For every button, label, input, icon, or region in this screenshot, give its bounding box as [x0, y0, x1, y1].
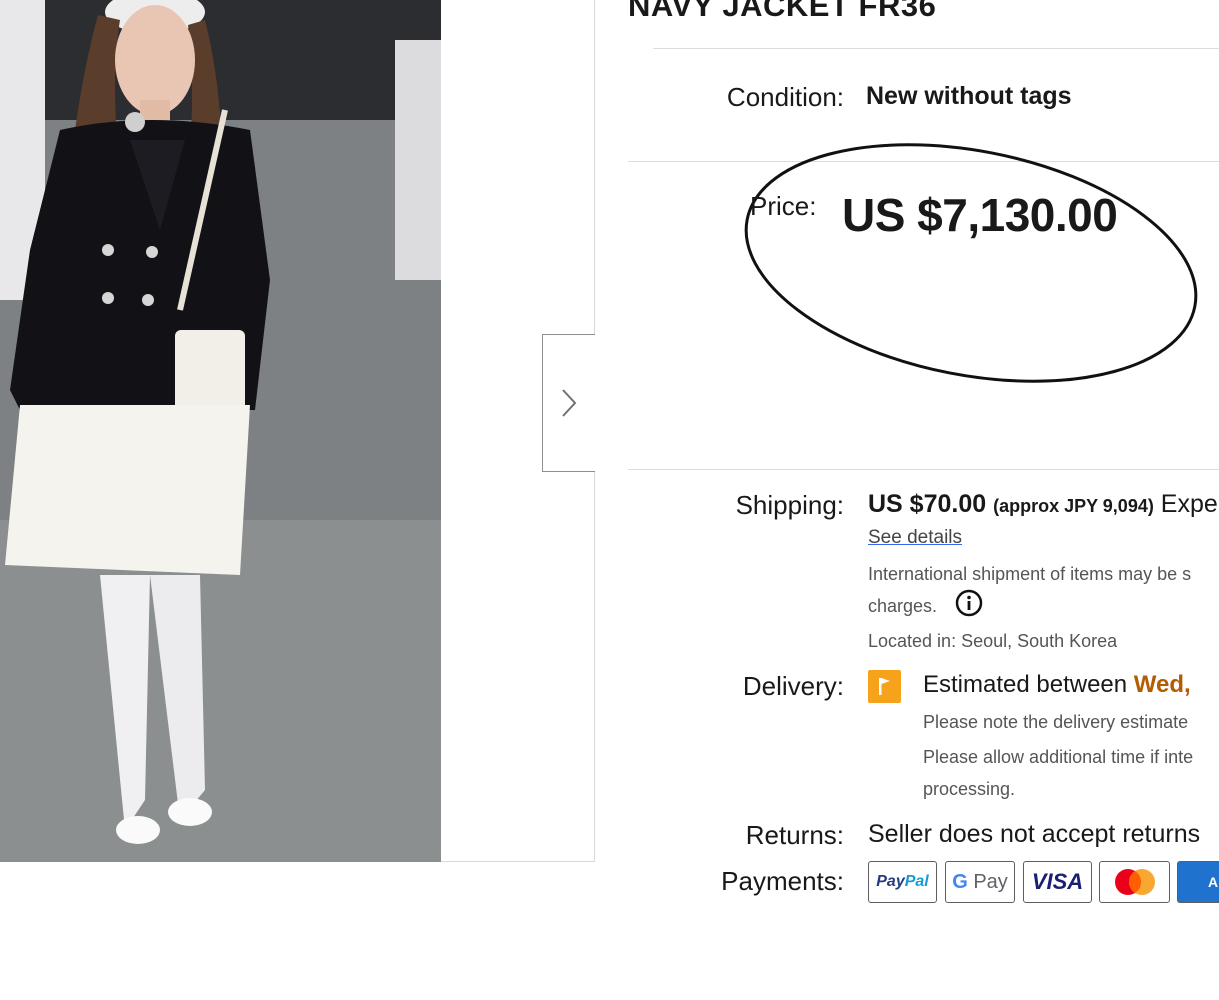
paypal-logo: Pay Pal: [868, 861, 937, 903]
mastercard-logo: [1099, 861, 1170, 903]
shipping-approx: (approx JPY 9,094): [993, 496, 1154, 516]
returns-label: Returns:: [745, 820, 844, 850]
delivery-flag-icon: [868, 670, 901, 703]
delivery-note-3: processing.: [923, 779, 1016, 799]
delivery-note-2: Please allow additional time if inte: [923, 747, 1194, 767]
delivery-prefix: Estimated between: [923, 671, 1134, 698]
product-photo[interactable]: [0, 0, 441, 862]
delivery-date: Wed,: [1133, 671, 1191, 698]
shipping-value: US $70.00 (approx JPY 9,094) Expe: [868, 490, 1218, 519]
see-details-link[interactable]: See details: [868, 527, 962, 549]
image-gallery: [0, 0, 595, 862]
item-location: Located in: Seoul, South Korea: [868, 631, 1118, 651]
shipping-price: US $70.00: [868, 490, 987, 518]
condition-value: New without tags: [866, 82, 1072, 110]
returns-value: Seller does not accept returns: [868, 820, 1201, 848]
info-icon[interactable]: [955, 589, 983, 617]
divider: [628, 469, 1219, 470]
delivery-note-1: Please note the delivery estimate: [923, 712, 1189, 732]
delivery-estimate: Estimated between Wed,: [923, 671, 1191, 699]
price-highlight-circle: [744, 143, 1198, 383]
chevron-right-icon: [562, 389, 577, 417]
next-image-button[interactable]: [542, 334, 595, 472]
shipping-method: Expe: [1160, 490, 1218, 518]
price-value: US $7,130.00: [842, 189, 1118, 241]
visa-logo: VISA: [1023, 861, 1092, 903]
condition-label: Condition:: [726, 82, 844, 112]
shipping-note-line2: charges.: [868, 596, 938, 616]
price-label: Price:: [750, 191, 817, 221]
amex-logo: A: [1177, 861, 1219, 903]
item-title: NAVY JACKET FR36: [628, 0, 937, 23]
divider: [653, 48, 1219, 49]
shipping-label: Shipping:: [735, 490, 844, 520]
google-pay-logo: G Pay: [945, 861, 1015, 903]
payments-label: Payments:: [721, 866, 844, 896]
shipping-note-line1: International shipment of items may be s: [868, 564, 1192, 584]
delivery-label: Delivery:: [742, 671, 844, 701]
